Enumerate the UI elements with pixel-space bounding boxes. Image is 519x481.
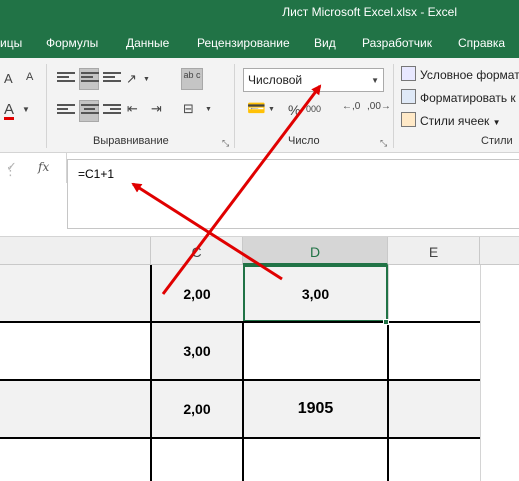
annotation-arrows <box>131 84 322 295</box>
annotation-arrow-to-formula <box>131 182 283 281</box>
annotation-arrow-to-number-format <box>161 84 322 295</box>
